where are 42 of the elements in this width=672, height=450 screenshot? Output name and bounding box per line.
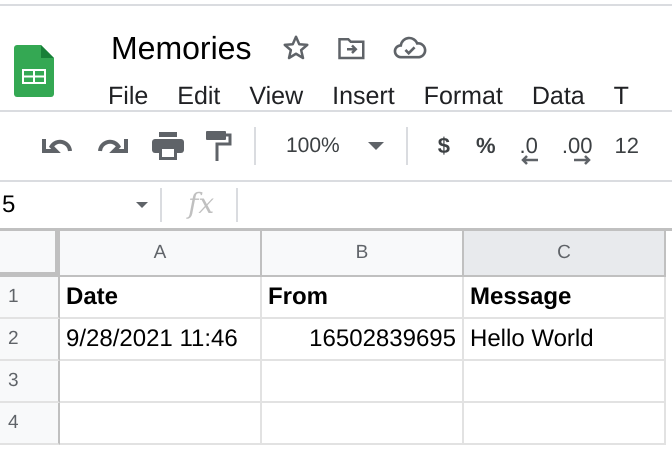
caret-icon xyxy=(136,202,148,208)
table-cell[interactable]: 16502839695 xyxy=(262,319,464,361)
percent-format-button[interactable]: % xyxy=(476,133,496,159)
column-header[interactable]: B xyxy=(262,231,464,277)
document-title[interactable]: Memories xyxy=(111,30,252,66)
menu-item[interactable]: T xyxy=(614,82,629,111)
function-label: fx xyxy=(185,186,216,222)
table-cell[interactable]: Message xyxy=(464,277,666,319)
menu-item[interactable]: Format xyxy=(424,82,503,111)
name-box[interactable]: 5 xyxy=(0,191,160,219)
print-icon[interactable] xyxy=(152,132,184,160)
table-cell[interactable]: From xyxy=(262,277,464,319)
row-header[interactable]: 2 xyxy=(0,319,60,361)
menu-item[interactable]: View xyxy=(249,82,304,111)
row-header[interactable]: 3 xyxy=(0,361,60,403)
cloud-check-icon[interactable] xyxy=(393,35,428,61)
currency-format-button[interactable]: $ xyxy=(438,133,450,159)
empty-cell[interactable] xyxy=(464,403,666,445)
menu-item[interactable]: Insert xyxy=(332,82,395,111)
empty-cell[interactable] xyxy=(262,361,464,403)
right-arrow-icon xyxy=(574,155,592,165)
zoom-dropdown[interactable]: 100% xyxy=(286,134,384,158)
column-header[interactable]: A xyxy=(60,231,262,277)
column-header[interactable]: C xyxy=(464,231,666,277)
table-cell[interactable]: Hello World xyxy=(464,319,666,361)
menu-item[interactable]: Edit xyxy=(177,82,220,111)
redo-icon[interactable] xyxy=(96,137,130,155)
table-cell[interactable]: Date xyxy=(60,277,262,319)
row-header[interactable]: 1 xyxy=(0,277,60,319)
paint-format-icon[interactable] xyxy=(206,131,232,161)
empty-cell[interactable] xyxy=(262,403,464,445)
empty-cell[interactable] xyxy=(464,361,666,403)
table-cell[interactable]: 9/28/2021 11:46 xyxy=(60,319,262,361)
decrease-decimals-button[interactable]: .0 xyxy=(520,133,538,165)
more-formats-button[interactable]: 12 xyxy=(614,133,639,159)
left-arrow-icon xyxy=(520,155,538,165)
menu-item[interactable]: File xyxy=(108,82,148,111)
menu-item[interactable]: Data xyxy=(532,82,585,111)
caret-icon xyxy=(368,142,384,150)
row-header[interactable]: 4 xyxy=(0,403,60,445)
increase-decimals-button[interactable]: .00 xyxy=(562,133,592,165)
undo-icon[interactable] xyxy=(40,137,74,155)
